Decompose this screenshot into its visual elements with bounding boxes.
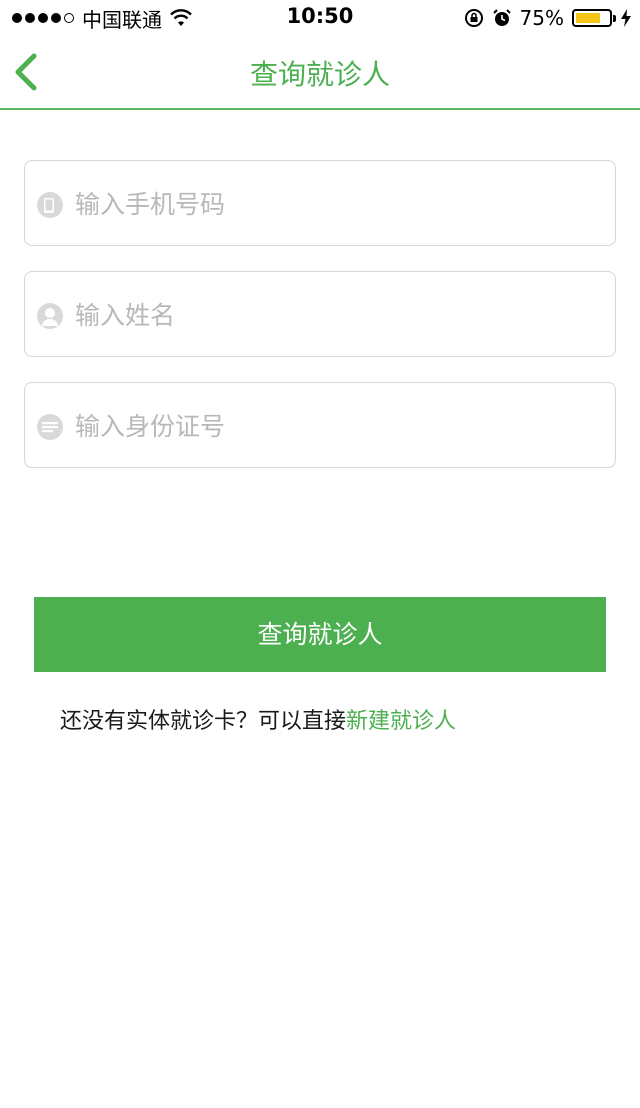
rotation-lock-icon bbox=[464, 9, 483, 27]
query-patient-button[interactable]: 查询就诊人 bbox=[34, 597, 606, 672]
screen: 中国联通 10:50 75% 查询就诊人 输入手机号码 输入姓名 输入身份证号 … bbox=[0, 0, 640, 1108]
new-patient-hint: 还没有实体就诊卡？可以直接新建就诊人 bbox=[60, 703, 456, 735]
charging-bolt-icon bbox=[621, 9, 631, 27]
status-right: 75% bbox=[464, 5, 632, 31]
page-title: 查询就诊人 bbox=[249, 58, 390, 91]
id-card-icon bbox=[37, 414, 63, 440]
phone-input[interactable] bbox=[75, 161, 605, 247]
nav-bar: 查询就诊人 bbox=[0, 36, 640, 110]
battery-percent: 75% bbox=[519, 6, 564, 30]
alarm-icon bbox=[492, 9, 511, 26]
name-field[interactable] bbox=[24, 271, 616, 358]
new-patient-link[interactable]: 新建就诊人 bbox=[346, 709, 456, 734]
phone-icon bbox=[37, 192, 63, 218]
battery-tip bbox=[613, 15, 616, 22]
status-bar: 中国联通 10:50 75% bbox=[0, 0, 640, 36]
battery-fill bbox=[576, 13, 600, 23]
name-input[interactable] bbox=[75, 272, 605, 358]
phone-field[interactable] bbox=[24, 160, 616, 247]
battery-icon bbox=[572, 9, 616, 27]
person-icon bbox=[37, 303, 63, 329]
id-number-input[interactable] bbox=[75, 383, 605, 469]
id-number-field[interactable] bbox=[24, 382, 616, 469]
hint-text: 还没有实体就诊卡？可以直接 bbox=[60, 709, 347, 734]
